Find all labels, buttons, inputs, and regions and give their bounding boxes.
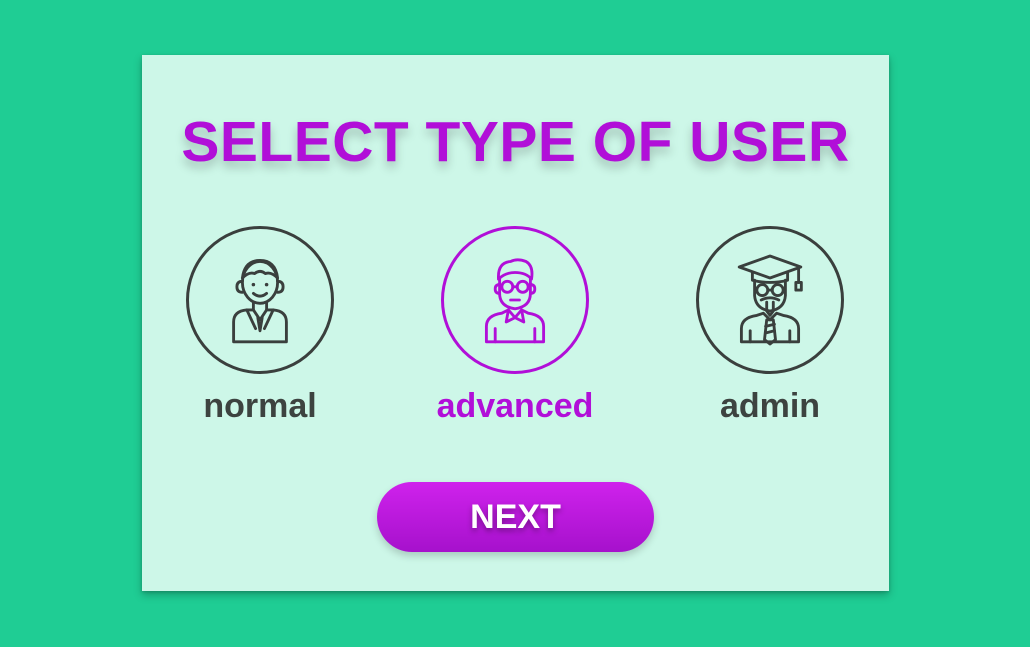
option-label: advanced — [436, 387, 594, 425]
page-title: SELECT TYPE OF USER — [181, 110, 850, 174]
avatar-circle[interactable] — [441, 226, 589, 374]
avatar-circle[interactable] — [186, 226, 334, 374]
option-advanced[interactable]: advanced — [415, 226, 615, 426]
option-label: normal — [203, 387, 317, 425]
option-admin[interactable]: admin — [670, 226, 870, 426]
young-man-avatar-icon — [232, 258, 288, 344]
avatar-circle[interactable] — [696, 226, 844, 374]
glasses-man-avatar-icon — [484, 258, 546, 344]
next-button[interactable]: NEXT — [377, 482, 654, 552]
option-label: admin — [719, 387, 821, 425]
graduate-professor-avatar-icon — [737, 254, 803, 346]
option-normal[interactable]: normal — [160, 226, 360, 426]
user-type-card: SELECT TYPE OF USER normal advanced admi… — [142, 55, 889, 591]
